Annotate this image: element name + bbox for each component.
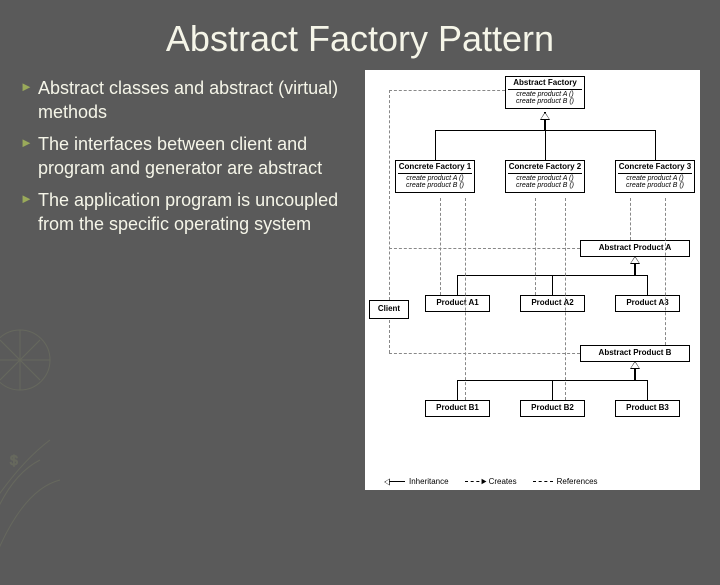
abstract-product-a-label: Abstract Product A xyxy=(599,243,672,252)
bullet-text: The application program is uncoupled fro… xyxy=(38,188,355,236)
bullet-item: ► The interfaces between client and prog… xyxy=(20,132,355,180)
bullet-list: ► Abstract classes and abstract (virtual… xyxy=(20,70,355,490)
concrete-factory-2-box: Concrete Factory 2 create product A ()cr… xyxy=(505,160,585,193)
bullet-item: ► The application program is uncoupled f… xyxy=(20,188,355,236)
concrete-factory-3-box: Concrete Factory 3 create product A ()cr… xyxy=(615,160,695,193)
concrete-factory-1-label: Concrete Factory 1 xyxy=(398,163,472,174)
concrete-factory-1-box: Concrete Factory 1 create product A ()cr… xyxy=(395,160,475,193)
bullet-marker-icon: ► xyxy=(20,188,38,210)
legend-creates: Creates xyxy=(465,477,517,486)
product-b1-box: Product B1 xyxy=(425,400,490,417)
client-label: Client xyxy=(378,304,400,313)
legend-references: References xyxy=(533,477,598,486)
bullet-text: The interfaces between client and progra… xyxy=(38,132,355,180)
abstract-product-b-label: Abstract Product B xyxy=(599,348,672,357)
legend-inheritance: Inheritance xyxy=(385,477,449,486)
uml-diagram: Abstract Factory create product A ()crea… xyxy=(365,70,700,490)
content-row: ► Abstract classes and abstract (virtual… xyxy=(0,70,720,490)
bullet-item: ► Abstract classes and abstract (virtual… xyxy=(20,76,355,124)
concrete-factory-2-methods: create product A ()create product B () xyxy=(508,175,582,190)
product-a1-box: Product A1 xyxy=(425,295,490,312)
client-box: Client xyxy=(369,300,409,319)
product-a3-box: Product A3 xyxy=(615,295,680,312)
bullet-marker-icon: ► xyxy=(20,76,38,98)
abstract-factory-box: Abstract Factory create product A ()crea… xyxy=(505,76,585,109)
product-a2-box: Product A2 xyxy=(520,295,585,312)
abstract-factory-label: Abstract Factory xyxy=(508,79,582,90)
bullet-text: Abstract classes and abstract (virtual) … xyxy=(38,76,355,124)
bullet-marker-icon: ► xyxy=(20,132,38,154)
abstract-product-b-box: Abstract Product B xyxy=(580,345,690,362)
slide-title: Abstract Factory Pattern xyxy=(0,0,720,70)
concrete-factory-2-label: Concrete Factory 2 xyxy=(508,163,582,174)
concrete-factory-3-label: Concrete Factory 3 xyxy=(618,163,692,174)
abstract-factory-methods: create product A ()create product B () xyxy=(508,91,582,106)
abstract-product-a-box: Abstract Product A xyxy=(580,240,690,257)
concrete-factory-1-methods: create product A ()create product B () xyxy=(398,175,472,190)
product-b2-box: Product B2 xyxy=(520,400,585,417)
concrete-factory-3-methods: create product A ()create product B () xyxy=(618,175,692,190)
product-b3-box: Product B3 xyxy=(615,400,680,417)
legend: Inheritance Creates References xyxy=(385,477,598,486)
